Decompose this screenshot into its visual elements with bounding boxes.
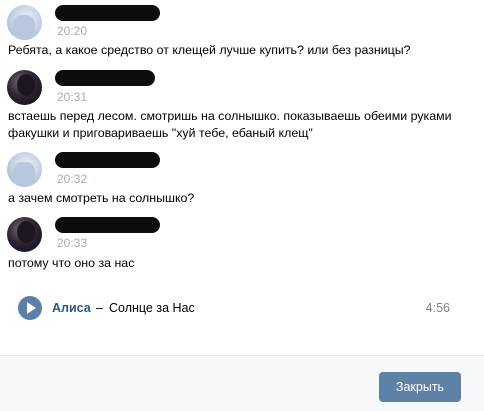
audio-duration: 4:56	[425, 301, 450, 315]
message-text: а зачем смотреть на солнышко?	[8, 191, 195, 205]
audio-attachment[interactable]: Алиса – Солнце за Нас 4:56	[0, 293, 484, 325]
redacted-author-name	[55, 5, 160, 21]
message-time: 20:33	[57, 236, 88, 250]
close-button[interactable]: Закрыть	[379, 372, 461, 402]
user-avatar[interactable]	[7, 70, 42, 105]
redacted-author-name	[55, 152, 160, 168]
redacted-author-name	[55, 217, 160, 233]
message-text: потому что оно за нас	[8, 256, 135, 270]
play-icon[interactable]	[18, 296, 42, 320]
message-text: Ребята, а какое средство от клещей лучше…	[8, 43, 411, 57]
audio-separator: –	[96, 301, 103, 315]
dialog-footer: Закрыть	[0, 355, 484, 411]
message-time: 20:32	[57, 172, 88, 186]
message-text: встаешь перед лесом. смотришь на солнышк…	[8, 109, 452, 140]
message-time: 20:31	[57, 90, 88, 104]
user-avatar[interactable]	[7, 217, 42, 252]
message-history: 20:20 Ребята, а какое средство от клещей…	[0, 0, 484, 355]
audio-artist[interactable]: Алиса	[52, 301, 91, 315]
user-avatar[interactable]	[7, 152, 42, 187]
user-avatar[interactable]	[7, 5, 42, 40]
audio-title: Солнце за Нас	[109, 301, 195, 315]
redacted-author-name	[55, 70, 155, 86]
message-time: 20:20	[57, 24, 88, 38]
